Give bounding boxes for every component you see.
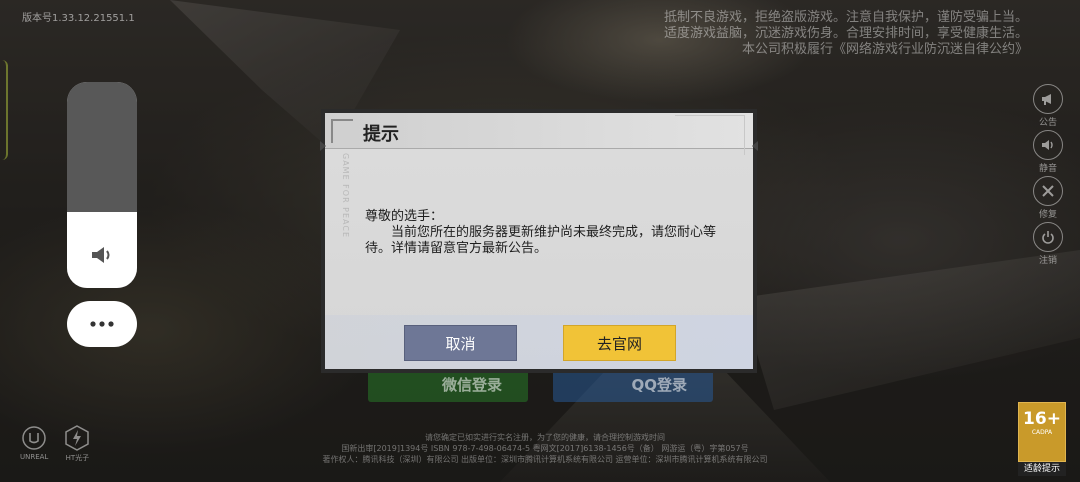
volume-slider[interactable] — [67, 82, 137, 288]
header-decoration — [675, 115, 745, 155]
age-rating-number: 16+ — [1023, 409, 1061, 429]
health-notice-line: 本公司积极履行《网络游戏行业防沉迷自律公约》 — [741, 42, 1028, 57]
megaphone-icon — [1033, 84, 1063, 114]
cancel-button[interactable]: 取消 — [404, 325, 517, 361]
header-accent — [331, 119, 353, 143]
dialog-greeting: 尊敬的选手： — [365, 209, 444, 224]
lightspeed-logo: HT光子 — [64, 425, 90, 463]
repair-label: 修复 — [1038, 210, 1057, 220]
notice-dialog: 提示 GAME FOR PEACE 尊敬的选手： 当前您所在的服务器更新维护尚未… — [320, 109, 758, 373]
dialog-header: 提示 — [325, 113, 753, 155]
mute-button[interactable]: 静音 — [1030, 130, 1066, 174]
logout-label: 注销 — [1038, 256, 1057, 266]
speaker-icon — [1033, 130, 1063, 160]
legal-line: 请您确定已如实进行实名注册，为了您的健康，请合理控制游戏时间 — [425, 433, 665, 442]
unreal-logo-icon — [22, 426, 46, 450]
legal-line: 国新出审[2019]1394号 ISBN 978-7-498-06474-5 粤… — [341, 444, 749, 453]
edge-handle[interactable] — [0, 60, 8, 160]
mute-label: 静音 — [1038, 164, 1057, 174]
dialog-footer — [325, 315, 753, 369]
legal-line: 著作权人：腾讯科技（深圳）有限公司 出版单位：深圳市腾讯计算机系统有限公司 运营… — [322, 455, 768, 464]
logout-button[interactable]: 注销 — [1030, 222, 1066, 266]
unreal-logo: UNREAL — [20, 425, 48, 463]
side-toolbar: 公告 静音 修复 注销 — [1030, 84, 1066, 268]
age-rating-label: 适龄提示 — [1018, 462, 1066, 476]
qq-login-label: QQ登录 — [631, 375, 687, 394]
more-button[interactable] — [67, 301, 137, 347]
legal-text: 请您确定已如实进行实名注册，为了您的健康，请合理控制游戏时间 国新出审[2019… — [250, 432, 840, 465]
corner-marker — [752, 141, 758, 151]
announcement-label: 公告 — [1038, 118, 1057, 128]
unreal-logo-label: UNREAL — [20, 453, 49, 461]
dialog-message: 当前您所在的服务器更新维护尚未最终完成，请您耐心等待。详情请留意官方最新公告。 — [365, 225, 717, 256]
more-dots-icon — [90, 321, 114, 327]
age-rating-badge[interactable]: 16+ CADPA — [1018, 402, 1066, 462]
lightspeed-logo-icon — [65, 425, 90, 451]
dialog-panel: 提示 GAME FOR PEACE 尊敬的选手： 当前您所在的服务器更新维护尚未… — [325, 113, 753, 369]
announcement-button[interactable]: 公告 — [1030, 84, 1066, 128]
version-label: 版本号1.33.12.21551.1 — [22, 13, 135, 24]
wrench-icon — [1033, 176, 1063, 206]
speaker-icon — [89, 242, 115, 268]
repair-button[interactable]: 修复 — [1030, 176, 1066, 220]
wechat-login-label: 微信登录 — [441, 375, 502, 394]
dialog-title: 提示 — [363, 124, 399, 145]
publisher-logos: UNREAL HT光子 — [20, 425, 90, 463]
corner-marker — [320, 141, 326, 151]
dialog-body: 尊敬的选手： 当前您所在的服务器更新维护尚未最终完成，请您耐心等待。详情请留意官… — [365, 209, 725, 257]
health-notice-line: 适度游戏益脑，沉迷游戏伤身。合理安排时间，享受健康生活。 — [663, 26, 1028, 41]
health-notice-line: 抵制不良游戏，拒绝盗版游戏。注意自我保护，谨防受骗上当。 — [663, 10, 1028, 25]
lightspeed-logo-label: HT光子 — [65, 454, 90, 462]
power-icon — [1033, 222, 1063, 252]
go-website-button[interactable]: 去官网 — [563, 325, 676, 361]
dialog-side-text: GAME FOR PEACE — [341, 153, 350, 239]
age-rating-sub: CADPA — [1031, 429, 1053, 436]
health-notice: 抵制不良游戏，拒绝盗版游戏。注意自我保护，谨防受骗上当。 适度游戏益脑，沉迷游戏… — [548, 10, 1028, 58]
